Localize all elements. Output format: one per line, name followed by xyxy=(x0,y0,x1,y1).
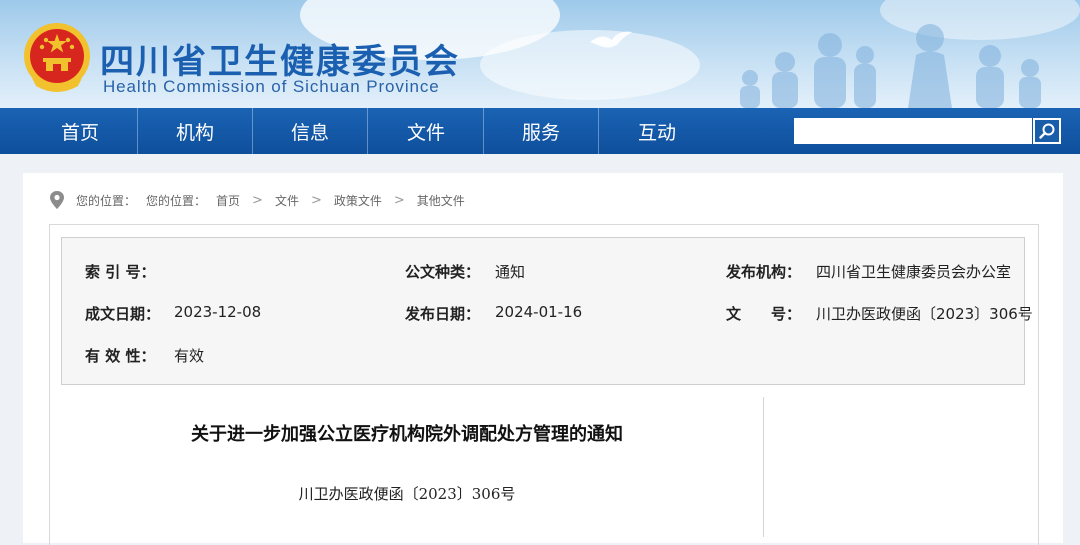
breadcrumb-home[interactable]: 首页 xyxy=(216,192,240,209)
header-banner: 四川省卫生健康委员会 Health Commission of Sichuan … xyxy=(0,0,1080,108)
search-button[interactable] xyxy=(1033,118,1061,144)
doc-number-label: 文 号： xyxy=(726,305,802,323)
nav-item-interaction[interactable]: 互动 xyxy=(600,108,714,154)
created-date-value: 2023-12-08 xyxy=(174,303,262,321)
created-date-label: 成文日期： xyxy=(85,305,161,323)
published-date-value: 2024-01-16 xyxy=(495,303,583,321)
breadcrumb-prefix: 您的位置： xyxy=(76,193,137,208)
index-number-label: 索 引 号： xyxy=(85,263,156,281)
nav-item-documents[interactable]: 文件 xyxy=(369,108,484,154)
validity-value: 有效 xyxy=(174,347,205,365)
issuer-value: 四川省卫生健康委员会办公室 xyxy=(816,263,1012,281)
document-metadata-box: 索 引 号： 公文种类： 通知 发布机构： 四川省卫生健康委员会办公室 成文日期… xyxy=(61,237,1033,385)
nav-item-information[interactable]: 信息 xyxy=(253,108,368,154)
nav-item-organization[interactable]: 机构 xyxy=(138,108,253,154)
column-divider xyxy=(763,397,764,537)
breadcrumb-other-documents[interactable]: 其他文件 xyxy=(417,192,465,209)
breadcrumb-prefix: 您的位置： xyxy=(146,193,207,208)
article-doc-number: 川卫办医政便函〔2023〕306号 xyxy=(298,485,516,503)
published-date-label: 发布日期： xyxy=(405,305,481,323)
article-title: 关于进一步加强公立医疗机构院外调配处方管理的通知 xyxy=(191,424,623,445)
breadcrumb-policy-documents[interactable]: 政策文件 xyxy=(334,192,382,209)
doc-type-label: 公文种类： xyxy=(405,263,481,281)
site-title: 四川省卫生健康委员会 xyxy=(100,42,460,82)
dove-icon xyxy=(590,31,632,48)
doc-number-value: 川卫办医政便函〔2023〕306号 xyxy=(816,305,1033,323)
breadcrumb-separator: > xyxy=(393,192,405,208)
validity-label: 有 效 性： xyxy=(85,347,156,365)
nav-item-home[interactable]: 首页 xyxy=(23,108,138,154)
doc-type-value: 通知 xyxy=(495,263,526,281)
nav-item-services[interactable]: 服务 xyxy=(484,108,599,154)
family-silhouette-decoration xyxy=(740,24,1041,108)
search-input[interactable] xyxy=(794,118,1032,144)
breadcrumb-separator: > xyxy=(252,192,263,208)
breadcrumb: 您的位置： 您的位置： 首页 > 文件 > 政策文件 > 其他文件 xyxy=(48,189,465,211)
breadcrumb-separator: > xyxy=(310,192,322,208)
site-subtitle-english: Health Commission of Sichuan Province xyxy=(103,77,440,96)
breadcrumb-documents[interactable]: 文件 xyxy=(275,192,299,209)
issuer-label: 发布机构： xyxy=(726,263,802,281)
search-icon xyxy=(1035,120,1059,142)
location-pin-icon xyxy=(50,191,64,209)
national-emblem-logo xyxy=(24,23,90,92)
